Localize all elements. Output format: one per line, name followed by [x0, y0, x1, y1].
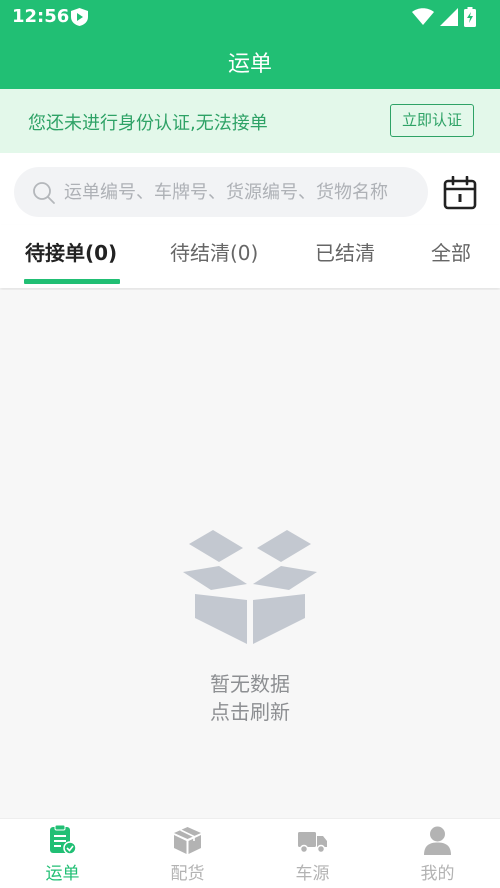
search-box[interactable] [14, 167, 428, 217]
verification-notice: 您还未进行身份认证,无法接单 立即认证 [0, 89, 500, 153]
status-time: 12:56 [12, 6, 70, 27]
page-title: 运单 [227, 52, 272, 77]
wifi-icon [412, 8, 434, 25]
app-header: 运单 [0, 34, 500, 89]
calendar-icon[interactable] [443, 176, 477, 210]
tab-pending-accept[interactable]: 待接单(0) [25, 237, 117, 266]
nav-label-waybill: 运单 [45, 864, 80, 884]
cargo-box-icon [174, 827, 201, 854]
notice-text: 您还未进行身份认证,无法接单 [28, 113, 268, 134]
search-input[interactable] [64, 167, 424, 217]
tab-pending-settle[interactable]: 待结清(0) [170, 237, 258, 266]
profile-icon [424, 826, 451, 855]
nav-item-vehicles[interactable]: 车源 [250, 819, 375, 888]
shield-icon [71, 8, 88, 26]
signal-icon [440, 8, 458, 26]
nav-label-cargo: 配货 [170, 864, 205, 884]
empty-box-icon[interactable] [179, 508, 321, 650]
verify-now-button[interactable]: 立即认证 [390, 104, 474, 137]
empty-message: 暂无数据 [210, 672, 290, 696]
battery-charging-icon [464, 7, 476, 27]
search-icon [33, 182, 55, 204]
active-tab-indicator [24, 279, 120, 284]
nav-item-mine[interactable]: 我的 [375, 819, 500, 888]
status-icons [412, 7, 476, 27]
nav-label-mine: 我的 [420, 864, 455, 884]
status-bar: 12:56 [0, 0, 500, 34]
waybill-icon [50, 825, 77, 855]
waybill-list[interactable]: 暂无数据 点击刷新 [0, 290, 500, 818]
refresh-prompt[interactable]: 点击刷新 [0, 696, 500, 725]
nav-item-waybill[interactable]: 运单 [0, 819, 125, 888]
truck-icon [298, 832, 327, 854]
waybill-tabs: 待接单(0) 待结清(0) 已结清 全部 [0, 225, 500, 288]
nav-item-cargo[interactable]: 配货 [125, 819, 250, 888]
tab-settled[interactable]: 已结清 [315, 237, 375, 266]
bottom-nav: 运单 配货 车源 我的 [0, 818, 500, 888]
nav-label-vehicles: 车源 [295, 864, 330, 884]
tab-all[interactable]: 全部 [431, 237, 471, 266]
search-area [0, 153, 500, 225]
